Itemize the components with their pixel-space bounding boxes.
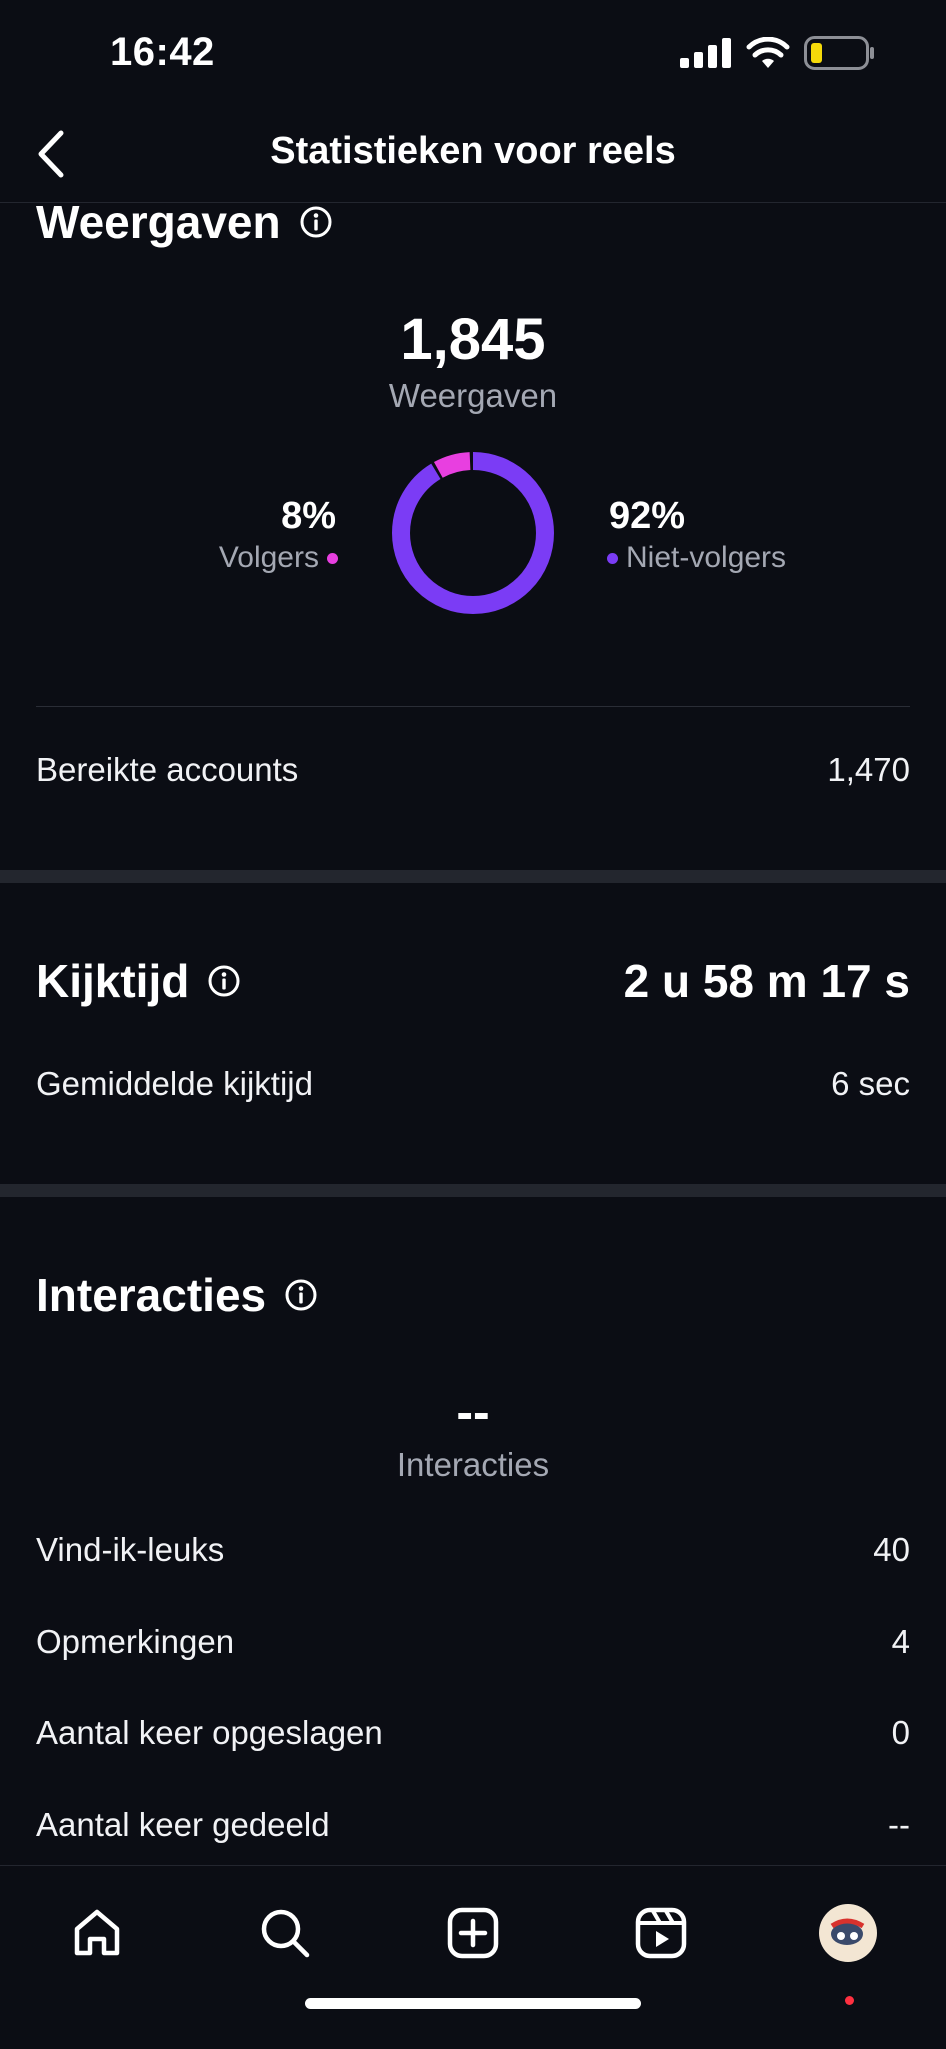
saves-label: Aantal keer opgeslagen	[36, 1714, 383, 1751]
reached-accounts-value: 1,470	[827, 751, 910, 788]
non-followers-dot	[607, 552, 618, 564]
reached-accounts-row: Bereikte accounts 1,470	[36, 751, 910, 789]
non-followers-legend: Niet-volgers	[607, 541, 786, 575]
watch-time-section-header: Kijktijd	[36, 954, 241, 1008]
comments-label: Opmerkingen	[36, 1623, 235, 1660]
bottom-tab-bar	[0, 1865, 946, 2049]
reels-icon	[635, 1907, 687, 1959]
likes-label: Vind-ik-leuks	[36, 1531, 225, 1568]
views-total-label: Weergaven	[388, 377, 558, 414]
likes-value: 40	[873, 1531, 910, 1568]
non-followers-label: Niet-volgers	[626, 541, 787, 574]
interactions-total: --	[456, 1384, 490, 1440]
status-bar: 16:42	[0, 0, 946, 110]
interactions-total-label: Interacties	[396, 1446, 550, 1483]
home-indicator	[305, 1998, 641, 2009]
status-time: 16:42	[110, 30, 215, 74]
home-icon	[74, 1909, 120, 1956]
info-icon[interactable]	[284, 1278, 318, 1312]
tab-profile[interactable]	[803, 1888, 893, 1978]
followers-segment	[392, 452, 554, 614]
create-icon	[447, 1907, 499, 1959]
watch-time-value: 2 u 58 m 17 s	[623, 955, 910, 1007]
followers-label: Volgers	[218, 541, 319, 574]
shares-row: Aantal keer gedeeld --	[36, 1806, 910, 1844]
tab-create[interactable]	[428, 1888, 518, 1978]
battery-icon	[804, 36, 874, 70]
average-watch-time-row: Gemiddelde kijktijd 6 sec	[36, 1065, 910, 1103]
status-icons	[680, 36, 876, 70]
non-followers-percentage: 92%	[609, 495, 686, 537]
saves-row: Aantal keer opgeslagen 0	[36, 1714, 910, 1752]
interactions-title: Interacties	[36, 1269, 267, 1321]
comments-row: Opmerkingen 4	[36, 1623, 910, 1661]
info-icon[interactable]	[207, 964, 241, 998]
followers-legend: Volgers	[219, 541, 338, 575]
average-watch-time-value: 6 sec	[831, 1065, 910, 1102]
tab-home[interactable]	[52, 1888, 142, 1978]
shares-label: Aantal keer gedeeld	[36, 1806, 330, 1843]
followers-percentage: 8%	[281, 495, 336, 537]
views-title: Weergaven	[36, 203, 281, 248]
wifi-icon	[746, 37, 790, 68]
non-followers-segment	[392, 452, 554, 614]
views-total: 1,845	[400, 307, 546, 372]
reached-accounts-label: Bereikte accounts	[36, 751, 299, 788]
audience-donut-chart	[392, 452, 554, 614]
info-icon[interactable]	[299, 205, 333, 239]
watch-time-title: Kijktijd	[36, 955, 190, 1007]
likes-row: Vind-ik-leuks 40	[36, 1531, 910, 1569]
page-title: Statistieken voor reels	[270, 130, 676, 172]
saves-value: 0	[891, 1714, 910, 1751]
tab-reels[interactable]	[616, 1888, 706, 1978]
average-watch-time-label: Gemiddelde kijktijd	[36, 1065, 313, 1102]
search-icon	[261, 1909, 310, 1958]
insights-content[interactable]: Weergaven 1,845 Weergaven 8% Volgers 92%…	[0, 203, 946, 1865]
interactions-section-header: Interacties	[36, 1268, 318, 1322]
views-section-header: Weergaven	[36, 203, 333, 249]
section-separator	[0, 870, 946, 883]
profile-avatar	[819, 1904, 877, 1962]
signal-icon	[680, 38, 731, 68]
shares-value: --	[888, 1806, 910, 1843]
navigation-header: Statistieken voor reels	[0, 110, 946, 203]
divider	[36, 706, 910, 707]
section-separator	[0, 1184, 946, 1197]
comments-value: 4	[891, 1623, 910, 1660]
followers-dot	[327, 552, 338, 564]
tab-search[interactable]	[240, 1888, 330, 1978]
notification-dot	[845, 1996, 854, 2005]
